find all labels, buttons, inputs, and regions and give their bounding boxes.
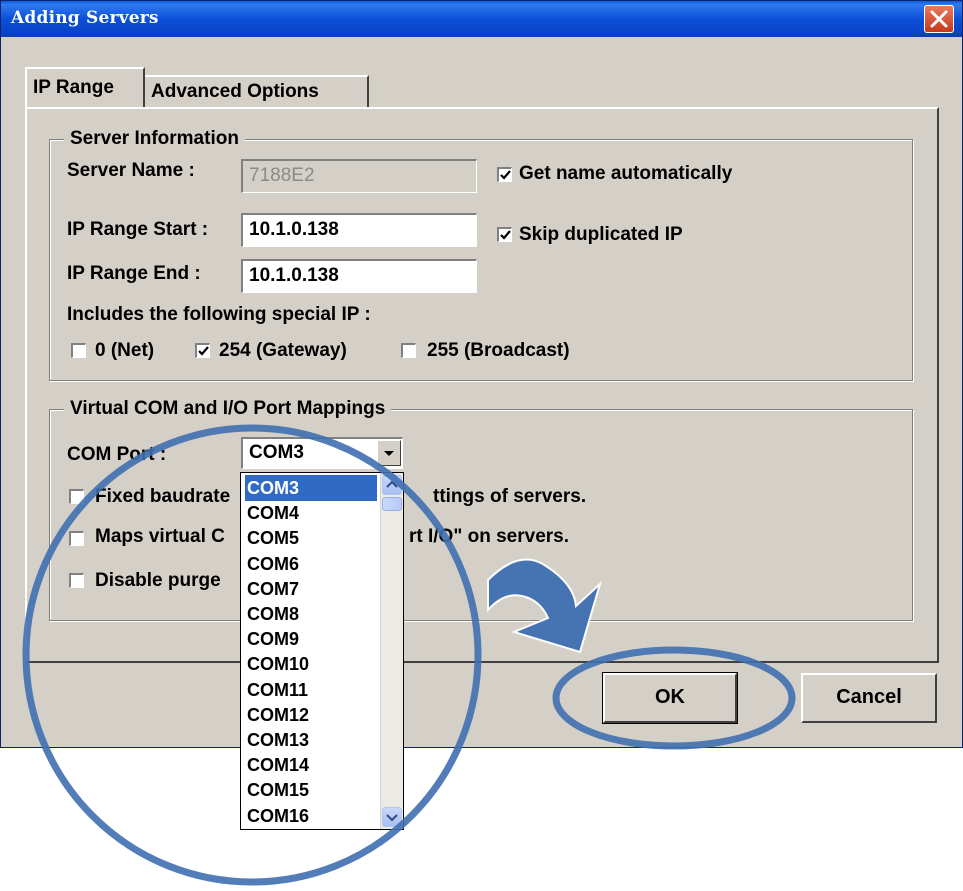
server-name-label: Server Name :: [67, 160, 195, 181]
com-port-label: COM Port :: [67, 444, 167, 465]
com-port-dropdown-list[interactable]: COM3 COM4 COM5 COM6 COM7 COM8 COM9 COM10 COM11 CO…: [240, 472, 404, 830]
maps-virtual-com-label: Maps virtual C: [95, 526, 225, 547]
get-name-automatically-label: Get name automatically: [519, 163, 733, 184]
dropdown-option[interactable]: COM7: [245, 576, 377, 602]
special-ip-broadcast-label: 255 (Broadcast): [427, 340, 570, 361]
maps-virtual-com-label-suffix: rt I/O" on servers.: [409, 526, 570, 547]
special-ip-gateway-label: 254 (Gateway): [219, 340, 347, 361]
dropdown-option[interactable]: COM15: [245, 777, 377, 803]
adding-servers-dialog: Adding Servers IP Range Advanced Options…: [0, 0, 963, 748]
close-icon: [930, 10, 948, 28]
checkmark-icon: [500, 170, 511, 180]
window-title: Adding Servers: [11, 8, 159, 28]
skip-duplicated-ip-checkbox[interactable]: [497, 227, 512, 242]
dropdown-option[interactable]: COM4: [245, 500, 377, 526]
disable-purge-label: Disable purge: [95, 570, 221, 591]
dropdown-option[interactable]: COM8: [245, 601, 377, 627]
chevron-down-icon: [384, 451, 394, 456]
disable-purge-checkbox[interactable]: [69, 573, 84, 588]
ip-range-start-field[interactable]: 10.1.0.138: [241, 213, 477, 247]
dropdown-option[interactable]: COM9: [245, 626, 377, 652]
special-ip-label: Includes the following special IP :: [67, 304, 371, 325]
scroll-thumb[interactable]: [382, 497, 402, 511]
cancel-button[interactable]: Cancel: [801, 673, 937, 723]
tab-ip-range[interactable]: IP Range: [25, 67, 145, 107]
checkmark-icon: [198, 346, 209, 356]
dropdown-option[interactable]: COM13: [245, 727, 377, 753]
title-bar[interactable]: Adding Servers: [1, 1, 962, 37]
combo-dropdown-button[interactable]: [377, 440, 401, 466]
ip-range-end-field[interactable]: 10.1.0.138: [241, 259, 477, 293]
fixed-baudrate-label-suffix: ttings of servers.: [433, 486, 587, 507]
com-port-combo[interactable]: COM3: [241, 437, 403, 469]
close-button[interactable]: [924, 5, 954, 33]
server-information-legend: Server Information: [64, 127, 245, 151]
dropdown-option[interactable]: COM6: [245, 551, 377, 577]
dropdown-option[interactable]: COM10: [245, 651, 377, 677]
special-ip-net-label: 0 (Net): [95, 340, 155, 361]
server-name-field[interactable]: 7188E2: [241, 159, 477, 193]
scroll-down-button[interactable]: [382, 807, 402, 827]
get-name-automatically-checkbox[interactable]: [497, 167, 512, 182]
dropdown-option[interactable]: COM16: [245, 803, 377, 829]
virtual-com-mappings-legend: Virtual COM and I/O Port Mappings: [64, 397, 392, 421]
chevron-down-icon: [386, 814, 398, 822]
dropdown-option[interactable]: COM5: [245, 525, 377, 551]
checkmark-icon: [500, 230, 511, 240]
chevron-up-icon: [386, 480, 398, 488]
dropdown-option[interactable]: COM3: [245, 475, 377, 501]
ok-button[interactable]: OK: [602, 672, 738, 724]
com-port-value: COM3: [249, 442, 304, 463]
maps-virtual-com-checkbox[interactable]: [69, 531, 84, 546]
fixed-baudrate-label: Fixed baudrate: [95, 486, 231, 507]
ip-range-start-label: IP Range Start :: [67, 219, 209, 240]
dropdown-scrollbar[interactable]: [380, 473, 403, 829]
special-ip-net-checkbox[interactable]: [71, 343, 86, 358]
dropdown-option[interactable]: COM11: [245, 677, 377, 703]
dropdown-option[interactable]: COM12: [245, 702, 377, 728]
fixed-baudrate-checkbox[interactable]: [69, 489, 84, 504]
skip-duplicated-ip-label: Skip duplicated IP: [519, 224, 683, 245]
special-ip-gateway-checkbox[interactable]: [195, 343, 210, 358]
ip-range-end-label: IP Range End :: [67, 263, 201, 284]
tab-advanced-options[interactable]: Advanced Options: [145, 75, 369, 107]
scroll-up-button[interactable]: [382, 475, 402, 495]
special-ip-broadcast-checkbox[interactable]: [401, 343, 416, 358]
dropdown-option[interactable]: COM14: [245, 752, 377, 778]
